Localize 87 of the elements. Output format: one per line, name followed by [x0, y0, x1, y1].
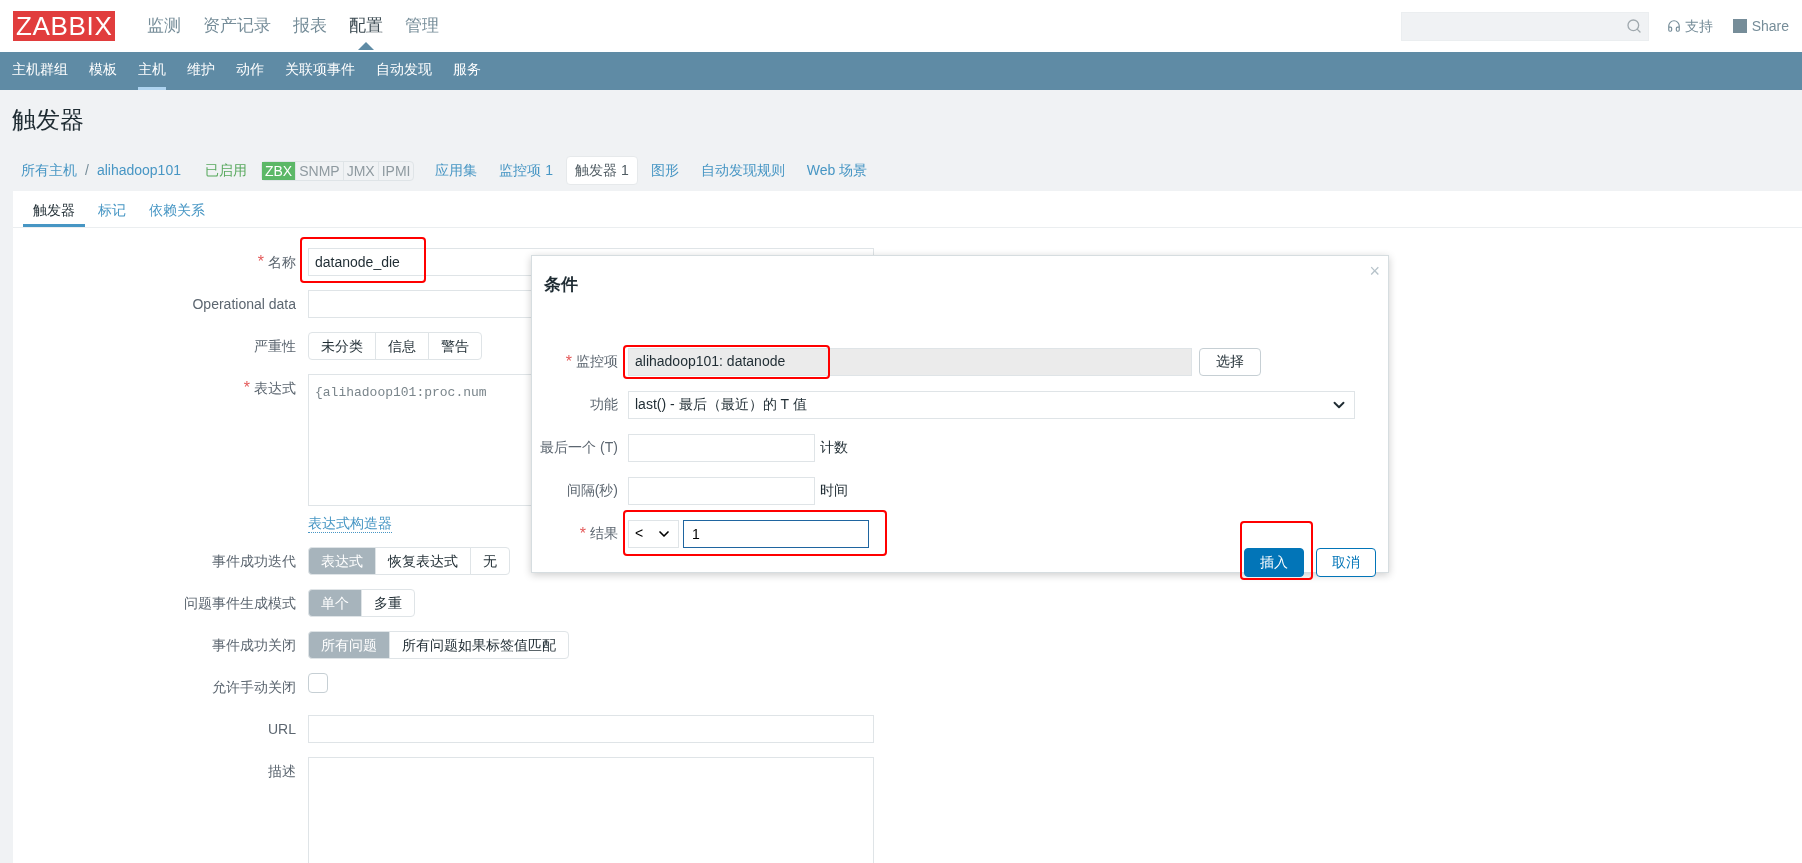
submenu-item[interactable]: 关联项事件 [285, 52, 355, 90]
required-mark: * [243, 378, 250, 398]
field-label: 最后一个 (T) [540, 438, 618, 457]
field-label: 结果 [590, 524, 618, 543]
text-field[interactable] [628, 433, 815, 462]
support-link[interactable]: 支持 [1666, 15, 1713, 37]
availability-badge: ZBX [262, 161, 296, 180]
submenu-item[interactable]: 服务 [453, 52, 481, 90]
share-link[interactable]: Share [1732, 15, 1789, 37]
main-menu-item[interactable]: 配置 [349, 16, 384, 36]
segment-option[interactable]: 信息 [375, 332, 429, 360]
main-menu-item[interactable]: 管理 [405, 16, 440, 36]
availability-badge: JMX [342, 161, 378, 180]
submenu-item[interactable]: 模板 [89, 52, 117, 90]
availability-badge: IPMI [377, 161, 414, 180]
submenu-item[interactable]: 主机 [138, 52, 166, 90]
host-nav-tab[interactable]: 图形 [641, 156, 688, 185]
required-mark: * [257, 252, 264, 272]
insert-button[interactable]: 插入 [1244, 547, 1304, 577]
field-label: 功能 [590, 395, 618, 414]
host-nav-tab[interactable]: Web 场景 [797, 156, 877, 185]
dialog-title: 条件 [544, 274, 578, 296]
field-label: 表达式 [254, 378, 296, 398]
description-textarea[interactable] [308, 757, 874, 863]
field-label: 事件成功迭代 [212, 551, 296, 571]
checkbox[interactable] [308, 673, 328, 693]
function-select[interactable]: last() - 最后（最近）的 T 值 [628, 390, 1355, 419]
segment-option[interactable]: 多重 [361, 589, 415, 617]
required-mark: * [579, 523, 586, 544]
submenu-item[interactable]: 动作 [236, 52, 264, 90]
segment-option[interactable]: 表达式 [308, 547, 376, 575]
close-button[interactable]: × [1369, 264, 1380, 278]
field-label: 事件成功关闭 [212, 635, 296, 655]
segment-option[interactable]: 无 [470, 547, 510, 575]
page-title: 触发器 [12, 105, 84, 135]
form-tab[interactable]: 触发器 [23, 191, 85, 227]
logo[interactable]: ZABBIX [13, 11, 116, 41]
breadcrumb-link[interactable]: 所有主机 [21, 160, 77, 181]
field-label: URL [268, 719, 296, 739]
form-tab[interactable]: 标记 [88, 191, 136, 227]
operator-select[interactable]: < [628, 519, 679, 548]
value-field[interactable]: 1 [683, 519, 869, 548]
host-status: 已启用 [205, 161, 247, 180]
breadcrumb-separator: / [85, 161, 89, 180]
submenu-item[interactable]: 维护 [187, 52, 215, 90]
segment-option[interactable]: 未分类 [308, 332, 376, 360]
availability-badge: SNMP [295, 161, 343, 180]
segment-option[interactable]: 所有问题 [308, 631, 390, 659]
field-label: 间隔(秒) [566, 481, 618, 500]
select-value: last() - 最后（最近）的 T 值 [635, 395, 807, 414]
search-icon [1625, 18, 1642, 34]
form-tab[interactable]: 依赖关系 [139, 191, 215, 227]
host-nav-tab[interactable]: 监控项 1 [490, 156, 563, 185]
submenu-item[interactable]: 主机群组 [12, 52, 68, 90]
headset-icon [1666, 19, 1681, 33]
select-value: < [635, 524, 644, 543]
field-label: 严重性 [254, 336, 296, 356]
share-logo-icon [1732, 19, 1747, 33]
segment-option[interactable]: 单个 [308, 589, 362, 617]
expression-builder-link[interactable]: 表达式构造器 [308, 514, 392, 533]
required-mark: * [565, 351, 572, 372]
submenu-item[interactable]: 自动发现 [376, 52, 432, 90]
search-field[interactable] [1400, 11, 1649, 41]
field-label: 名称 [268, 252, 296, 272]
field-label: 描述 [268, 761, 296, 781]
host-nav-tab[interactable]: 触发器 1 [566, 156, 638, 185]
text-field[interactable] [308, 715, 874, 743]
item-field[interactable]: alihadoop101: datanode [628, 347, 1192, 376]
segment-option[interactable]: 所有问题如果标签值匹配 [389, 631, 569, 659]
field-label: 问题事件生成模式 [184, 593, 296, 613]
main-menu-item[interactable]: 报表 [293, 16, 328, 36]
breadcrumb-link[interactable]: alihadoop101 [96, 160, 181, 181]
segment-option[interactable]: 恢复表达式 [375, 547, 471, 575]
host-nav-tab[interactable]: 应用集 [426, 156, 487, 185]
main-menu-item[interactable]: 监测 [147, 16, 182, 36]
cancel-button[interactable]: 取消 [1316, 547, 1376, 577]
host-nav-tab[interactable]: 自动发现规则 [691, 156, 794, 185]
field-label: 监控项 [576, 352, 618, 371]
select-button[interactable]: 选择 [1199, 347, 1261, 376]
unit-label: 时间 [820, 481, 848, 500]
main-menu-item[interactable]: 资产记录 [203, 16, 272, 36]
expression-text: {alihadoop101:proc.num [315, 385, 487, 400]
field-label: Operational data [192, 294, 296, 314]
text-field[interactable] [628, 476, 815, 505]
field-label: 允许手动关闭 [212, 677, 296, 697]
unit-label: 计数 [820, 438, 848, 457]
segment-option[interactable]: 警告 [428, 332, 482, 360]
